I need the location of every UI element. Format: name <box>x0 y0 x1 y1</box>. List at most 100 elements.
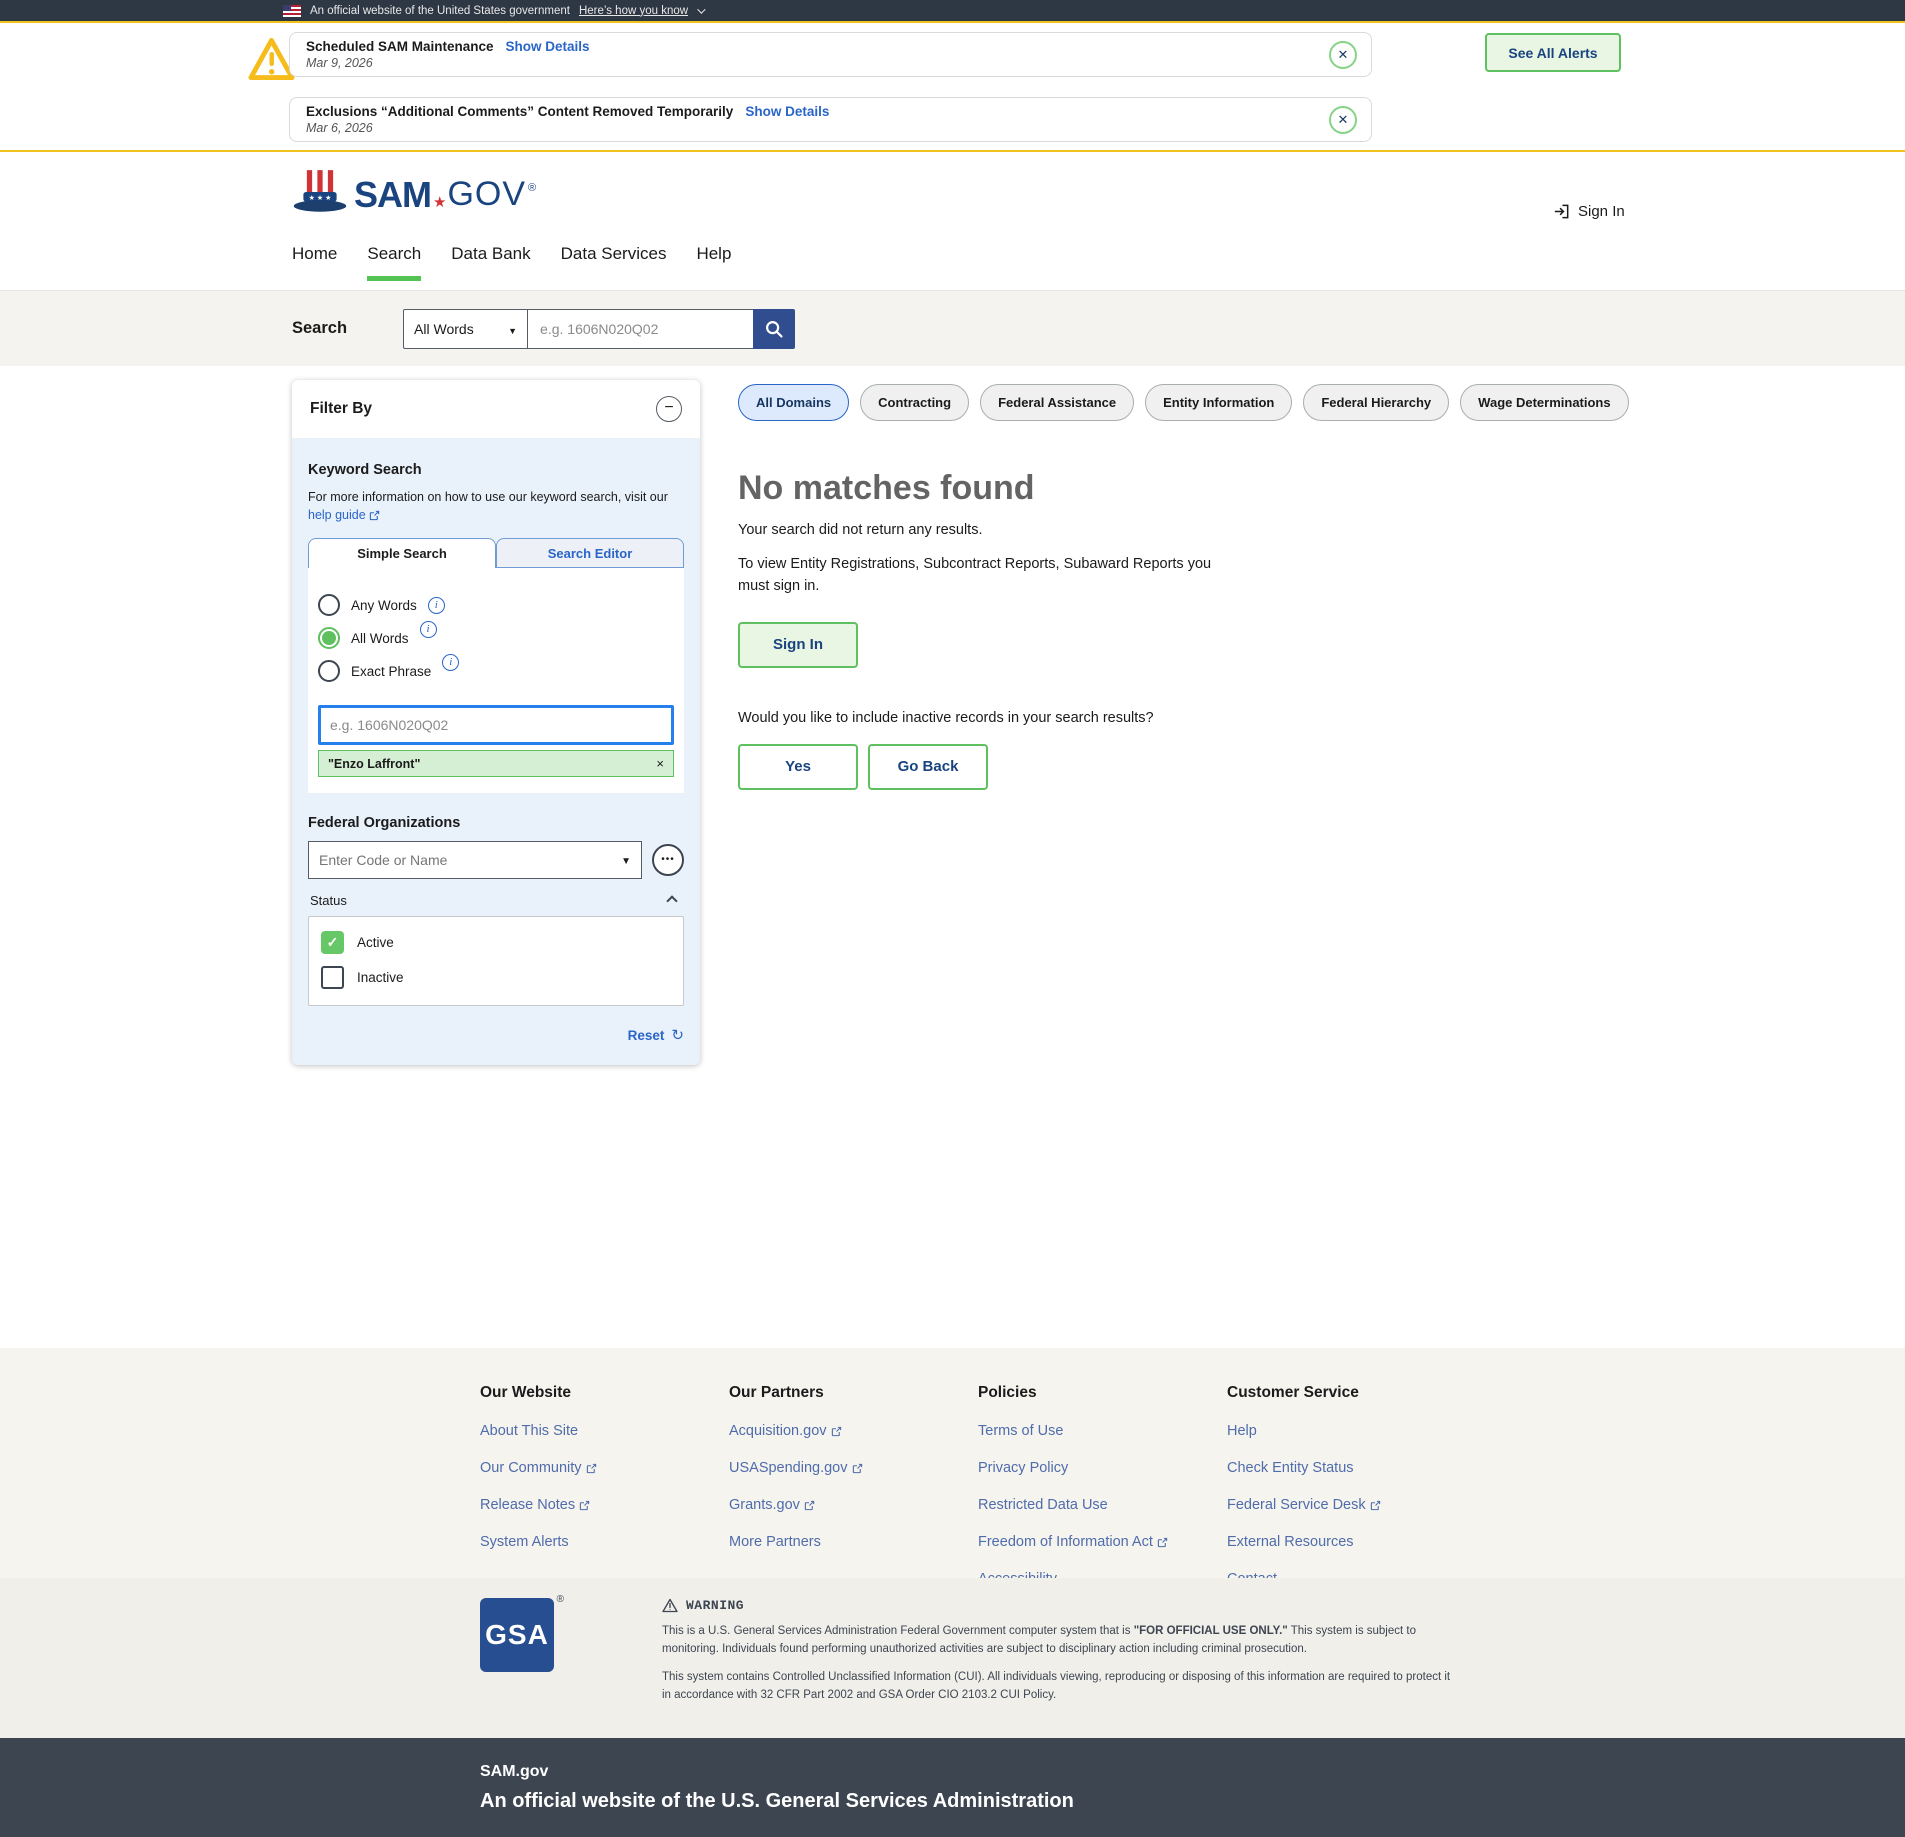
help-guide-link[interactable]: help guide <box>308 508 380 522</box>
status-active-checkbox[interactable]: Active <box>321 931 671 954</box>
search-combo: All Words <box>403 309 795 349</box>
radio-all-words[interactable]: All Words <box>318 627 674 649</box>
footer-link[interactable]: Acquisition.gov <box>729 1423 978 1439</box>
search-submit-button[interactable] <box>753 309 795 349</box>
external-link-icon <box>852 1463 863 1474</box>
checkbox-checked-icon[interactable] <box>321 931 344 954</box>
federal-orgs-heading: Federal Organizations <box>308 815 684 831</box>
footer-link[interactable]: USASpending.gov <box>729 1460 978 1476</box>
federal-orgs-combobox[interactable] <box>308 841 642 879</box>
footer-links: Our Website About This Site Our Communit… <box>0 1348 1905 1578</box>
chip-remove-icon[interactable]: × <box>656 756 664 771</box>
footer-link[interactable]: Freedom of Information Act <box>978 1534 1227 1550</box>
footer-link[interactable]: Federal Service Desk <box>1227 1497 1476 1513</box>
reset-filters-button[interactable]: Reset <box>308 1026 684 1049</box>
footer-link[interactable]: Grants.gov <box>729 1497 978 1513</box>
info-icon[interactable] <box>420 621 437 638</box>
warning-title: WARNING <box>686 1598 744 1613</box>
warning-triangle-icon <box>248 33 295 90</box>
gsa-logo: GSA ® <box>480 1598 554 1738</box>
nav-home[interactable]: Home <box>292 244 337 281</box>
footer-link[interactable]: Restricted Data Use <box>978 1497 1227 1513</box>
reset-icon <box>671 1026 684 1045</box>
federal-orgs-input[interactable] <box>319 852 621 868</box>
radio-any-words[interactable]: Any Words <box>318 594 674 616</box>
keyword-input[interactable] <box>318 705 674 745</box>
domain-all-domains[interactable]: All Domains <box>738 384 849 421</box>
how-you-know-link[interactable]: Here’s how you know <box>579 5 688 17</box>
inactive-records-question: Would you like to include inactive recor… <box>738 710 1568 726</box>
nav-data-bank[interactable]: Data Bank <box>451 244 530 281</box>
show-details-link[interactable]: Show Details <box>745 104 829 119</box>
search-band: Search All Words <box>0 290 1905 366</box>
external-link-icon <box>579 1500 590 1511</box>
close-icon[interactable] <box>1329 41 1357 69</box>
nav-help[interactable]: Help <box>696 244 731 281</box>
alert-exclusions: Exclusions “Additional Comments” Content… <box>289 97 1372 142</box>
collapse-filters-button[interactable] <box>656 396 682 422</box>
more-options-icon[interactable] <box>652 844 684 876</box>
radio-icon[interactable] <box>318 660 340 682</box>
radio-exact-phrase[interactable]: Exact Phrase <box>318 660 674 682</box>
help-guide-label: help guide <box>308 508 366 522</box>
domain-contracting[interactable]: Contracting <box>860 384 969 421</box>
chevron-up-icon[interactable] <box>666 895 677 906</box>
main-content: Filter By Keyword Search For more inform… <box>0 366 1905 1348</box>
checkbox-unchecked-icon[interactable] <box>321 966 344 989</box>
footer-link[interactable]: Help <box>1227 1423 1476 1439</box>
footer-link[interactable]: Our Community <box>480 1460 729 1476</box>
domain-wage-determinations[interactable]: Wage Determinations <box>1460 384 1628 421</box>
see-all-alerts-button[interactable]: See All Alerts <box>1485 33 1621 72</box>
footer-link[interactable]: Privacy Policy <box>978 1460 1227 1476</box>
logo-gov-text: GOV <box>447 175 526 214</box>
footer-link[interactable]: Terms of Use <box>978 1423 1227 1439</box>
sign-in-button[interactable]: Sign In <box>738 622 858 668</box>
alert-title: Scheduled SAM Maintenance <box>306 39 494 54</box>
show-details-link[interactable]: Show Details <box>506 39 590 54</box>
tab-simple-search[interactable]: Simple Search <box>308 538 496 568</box>
footer-link[interactable]: Check Entity Status <box>1227 1460 1476 1476</box>
external-link-icon <box>1370 1500 1381 1511</box>
footer-link[interactable]: About This Site <box>480 1423 729 1439</box>
warning-triangle-icon <box>662 1598 678 1613</box>
domain-entity-information[interactable]: Entity Information <box>1145 384 1292 421</box>
logo-sam-text: SAM <box>354 174 431 216</box>
dropdown-caret-icon[interactable] <box>621 851 631 869</box>
search-mode-dropdown[interactable]: All Words <box>403 309 527 349</box>
sam-gov-logo[interactable]: ★ ★ ★ SAM GOV ® <box>292 168 536 221</box>
yes-button[interactable]: Yes <box>738 744 858 790</box>
close-icon[interactable] <box>1329 106 1357 134</box>
footer-col-our-partners: Our Partners Acquisition.gov USASpending… <box>729 1384 978 1578</box>
chevron-down-icon[interactable] <box>697 5 705 13</box>
alerts-section: Scheduled SAM Maintenance Show Details M… <box>0 23 1905 150</box>
sam-gov-page: An official website of the United States… <box>0 0 1905 1837</box>
footer-link[interactable]: System Alerts <box>480 1534 729 1550</box>
info-icon[interactable] <box>428 597 445 614</box>
status-inactive-checkbox[interactable]: Inactive <box>321 966 671 989</box>
star-icon <box>433 193 446 211</box>
alert-date: Mar 6, 2026 <box>306 121 829 135</box>
site-header: ★ ★ ★ SAM GOV ® Sign In Home Search Data… <box>0 152 1905 290</box>
go-back-button[interactable]: Go Back <box>868 744 988 790</box>
warning-block: WARNING This is a U.S. General Services … <box>662 1598 1462 1738</box>
domain-federal-hierarchy[interactable]: Federal Hierarchy <box>1303 384 1449 421</box>
tab-search-editor[interactable]: Search Editor <box>496 538 684 568</box>
search-icon <box>763 318 785 340</box>
domain-federal-assistance[interactable]: Federal Assistance <box>980 384 1134 421</box>
keyword-tabs: Simple Search Search Editor <box>308 538 684 568</box>
nav-data-services[interactable]: Data Services <box>561 244 667 281</box>
top-search-input[interactable] <box>527 309 753 349</box>
keyword-chip: "Enzo Laffront" × <box>318 750 674 777</box>
footer-link[interactable]: Release Notes <box>480 1497 729 1513</box>
radio-icon-checked[interactable] <box>318 627 340 649</box>
sign-in-link[interactable]: Sign In <box>1552 202 1625 221</box>
footer-link[interactable]: External Resources <box>1227 1534 1476 1550</box>
keyword-search-heading: Keyword Search <box>308 462 684 478</box>
registered-mark: ® <box>557 1594 564 1605</box>
footer-col-customer-service: Customer Service Help Check Entity Statu… <box>1227 1384 1476 1578</box>
radio-icon[interactable] <box>318 594 340 616</box>
footer-link[interactable]: More Partners <box>729 1534 978 1550</box>
nav-search[interactable]: Search <box>367 244 421 281</box>
search-mode-value: All Words <box>414 321 474 337</box>
info-icon[interactable] <box>442 654 459 671</box>
